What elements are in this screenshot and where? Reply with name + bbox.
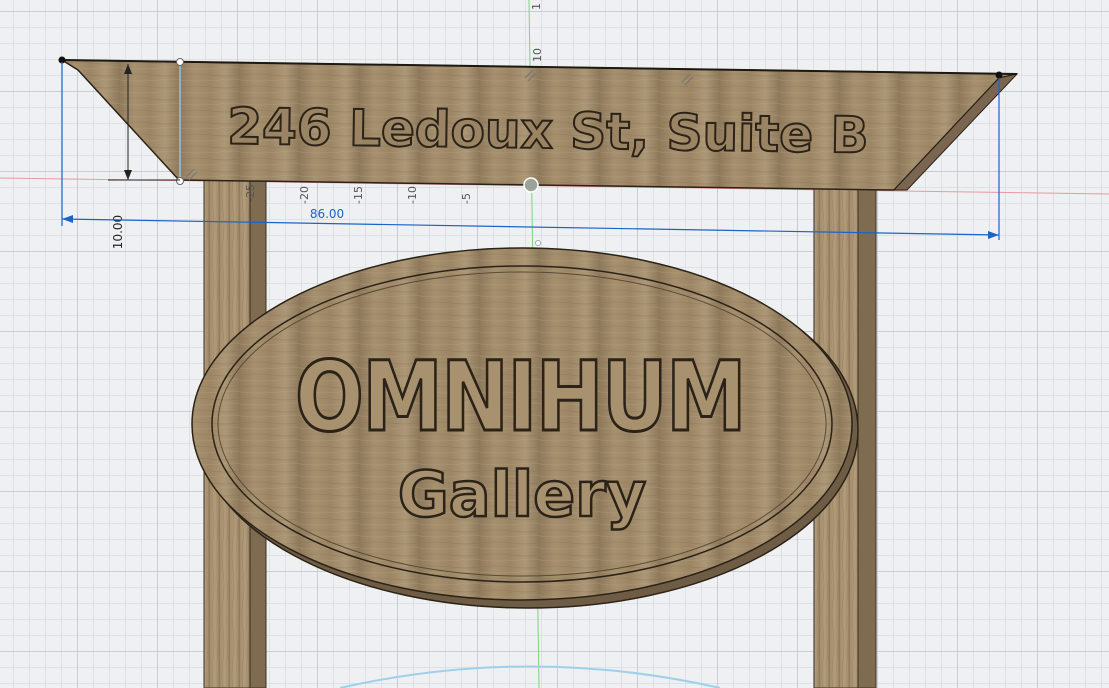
address-board[interactable]: 246 Ledoux St, Suite B [59, 59, 1019, 191]
sketch-point[interactable] [995, 71, 1003, 79]
sketch-point[interactable] [176, 177, 184, 185]
ruler-top-label: 1 [530, 3, 543, 10]
address-text: 246 Ledoux St, Suite B [227, 98, 869, 165]
ruler-tick-label: -25 [244, 184, 257, 202]
gallery-oval-sign[interactable]: OMNIHUM Gallery [191, 247, 859, 609]
sketch-point[interactable] [176, 58, 184, 66]
origin-point-icon[interactable] [523, 177, 539, 193]
subtitle-text: Gallery [398, 458, 646, 531]
ruler-tick-label: -5 [460, 193, 473, 204]
ruler-tick-label: -20 [298, 186, 311, 204]
brand-text: OMNIHUM [295, 341, 745, 453]
design-canvas[interactable]: 246 Ledoux St, Suite B OMNIHUM Gallery 1… [0, 0, 1109, 688]
ruler-tick-label: -10 [406, 186, 419, 204]
construction-arc [339, 665, 721, 688]
scene-svg[interactable]: 246 Ledoux St, Suite B OMNIHUM Gallery 1… [0, 0, 1109, 688]
ruler-top-label: 10 [531, 48, 544, 62]
ruler-tick-label: -15 [352, 186, 365, 204]
origin-dot [535, 240, 541, 246]
width-dimension-label[interactable]: 86.00 [310, 207, 344, 221]
